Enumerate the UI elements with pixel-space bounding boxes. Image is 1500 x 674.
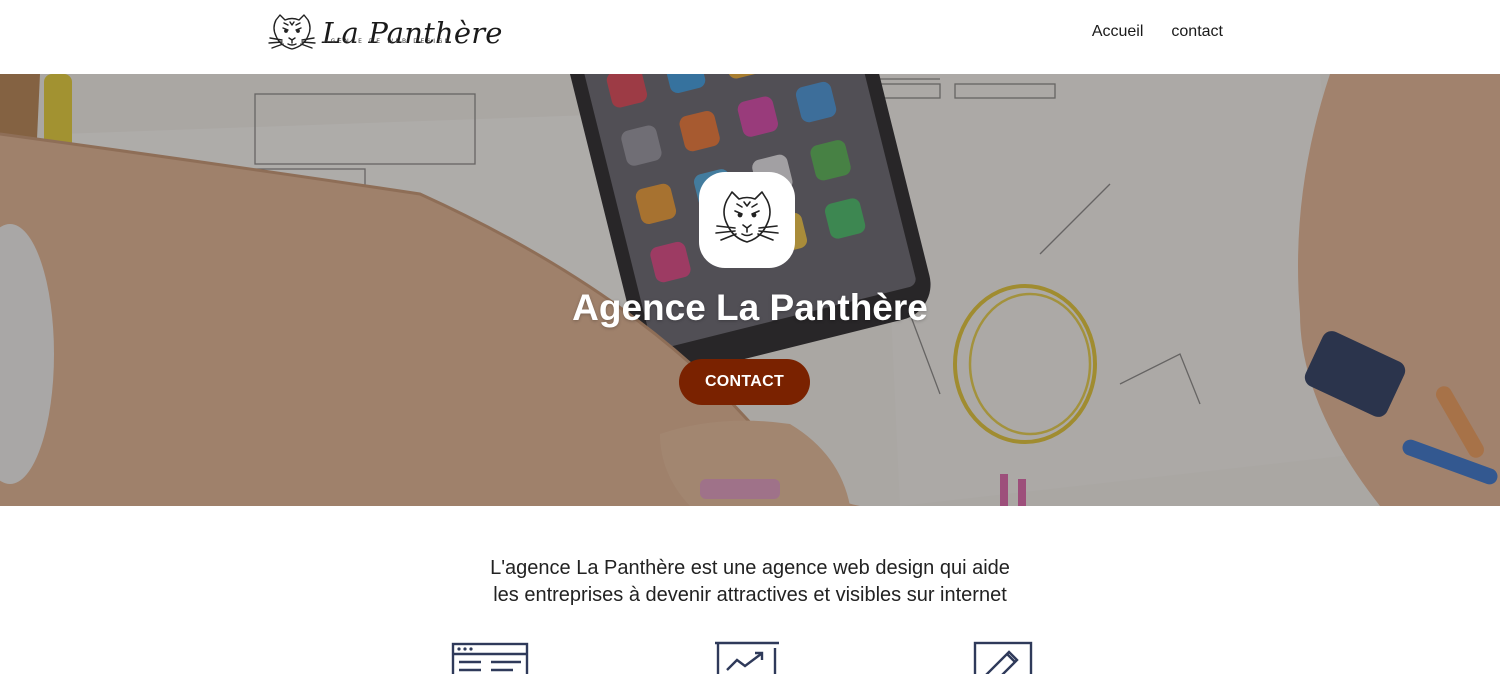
- site-header: La Panthère AGENCE DE WEB DESIGN Accueil…: [0, 0, 1500, 74]
- nav-link-accueil[interactable]: Accueil: [1092, 22, 1144, 42]
- intro-line-2: les entreprises à devenir attractives et…: [493, 584, 1007, 606]
- intro-line-1: L'agence La Panthère est une agence web …: [490, 557, 1010, 579]
- contact-button[interactable]: CONTACT: [679, 359, 810, 405]
- pencil-edit-icon: [973, 641, 1033, 674]
- hero-logo-badge: [699, 172, 795, 268]
- hero-section: Agence La Panthère CONTACT: [0, 74, 1500, 506]
- hero-title: Agence La Panthère: [572, 287, 928, 328]
- main-nav: Accueil contact: [1092, 22, 1223, 42]
- panther-head-icon: [715, 191, 779, 243]
- site-logo[interactable]: La Panthère AGENCE DE WEB DESIGN: [266, 10, 502, 54]
- nav-link-contact[interactable]: contact: [1171, 22, 1223, 42]
- intro-section: L'agence La Panthère est une agence web …: [0, 555, 1500, 609]
- logo-subtitle: AGENCE DE WEB DESIGN: [324, 38, 453, 45]
- growth-chart-icon: [715, 641, 779, 674]
- panther-head-icon: [268, 14, 316, 50]
- browser-window-icon: [451, 642, 529, 674]
